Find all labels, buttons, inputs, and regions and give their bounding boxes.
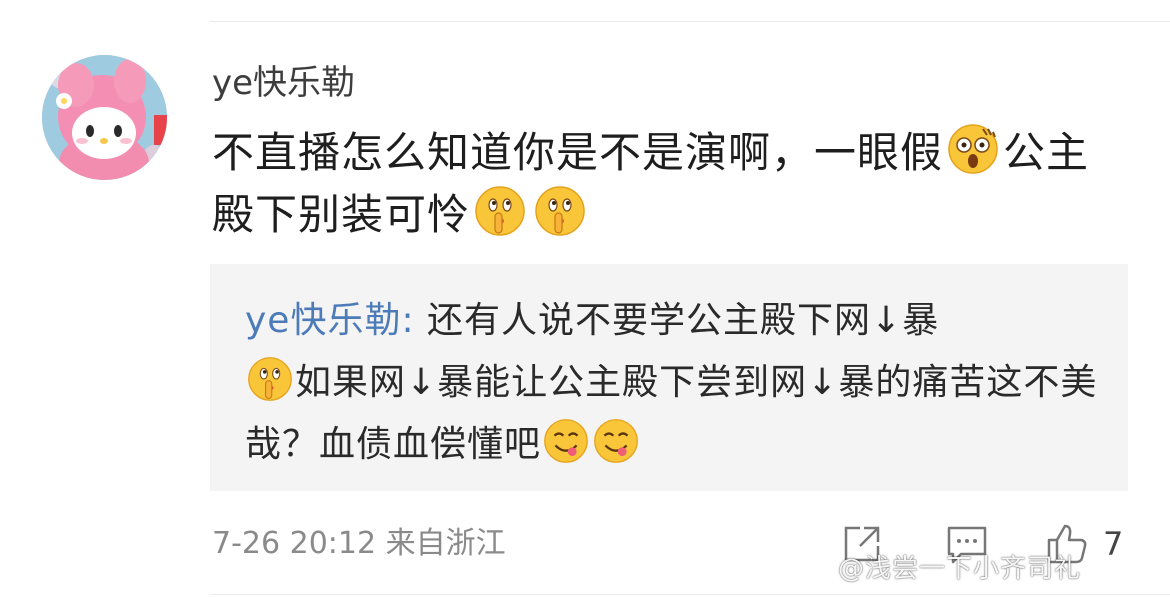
top-divider — [210, 21, 1170, 22]
quoted-reply-text-part1: 还有人说不要学公主殿下网↓暴 — [414, 300, 940, 341]
quoted-reply-author[interactable]: ye快乐勒: — [245, 300, 415, 341]
comment-timestamp: 7-26 20:12 来自浙江 — [212, 526, 506, 561]
comment-username[interactable]: ye快乐勒 — [212, 60, 355, 106]
yum-emoji-icon — [594, 419, 638, 463]
avatar-character-icon — [42, 55, 167, 180]
comment-text-part1: 不直播怎么知道你是不是演啊，一眼假 — [212, 128, 944, 177]
shush-thinking-emoji-icon — [535, 186, 585, 236]
quoted-reply-text: ye快乐勒: 还有人说不要学公主殿下网↓暴 如果网↓暴能让公主殿下尝到网↓暴的痛… — [245, 290, 1105, 476]
shush-thinking-emoji-icon — [475, 186, 525, 236]
bottom-divider — [210, 594, 1170, 595]
comment-text: 不直播怎么知道你是不是演啊，一眼假 公主殿下别装可怜 — [212, 122, 1112, 246]
quoted-reply[interactable]: ye快乐勒: 还有人说不要学公主殿下网↓暴 如果网↓暴能让公主殿下尝到网↓暴的痛… — [210, 264, 1128, 491]
avatar[interactable] — [42, 55, 167, 180]
yum-emoji-icon — [544, 419, 588, 463]
shocked-emoji-icon — [948, 124, 998, 174]
like-count: 7 — [1103, 525, 1124, 563]
shush-thinking-emoji-icon — [248, 357, 292, 401]
quoted-reply-text-part2: 如果网↓暴能让公主殿下尝到网↓暴的痛苦这不美哉？血债血偿懂吧 — [245, 362, 1098, 465]
weibo-watermark: @浅尝一下小齐司礼 — [838, 554, 1082, 584]
